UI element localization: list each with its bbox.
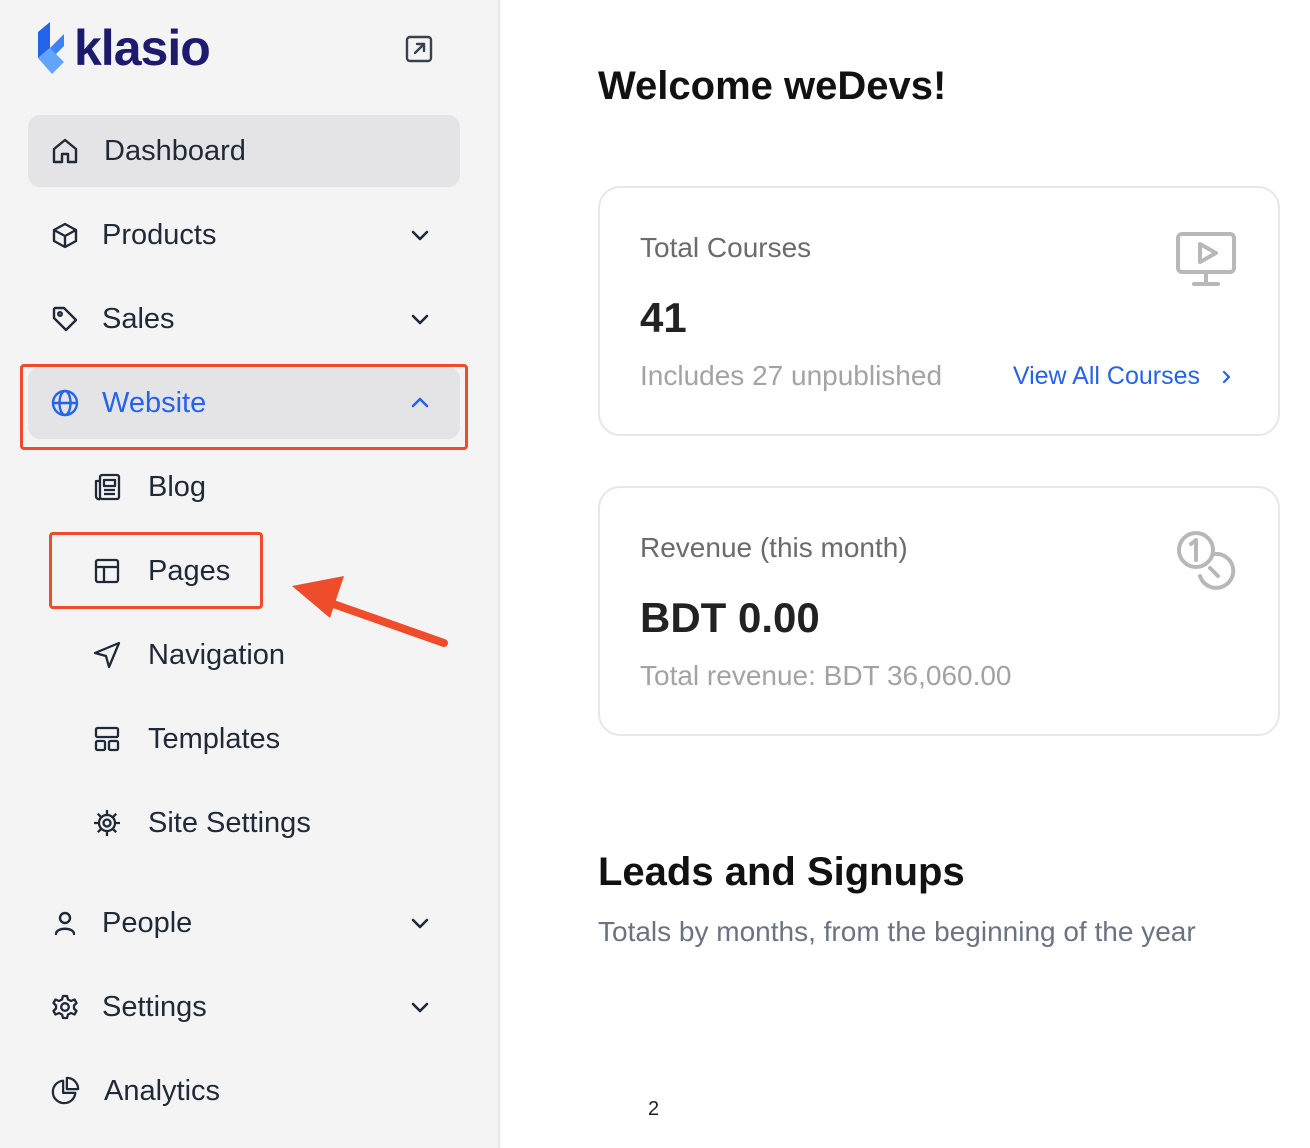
card-value: 41 [640,294,687,341]
page-title: Welcome weDevs! [598,64,947,108]
coins-icon [1177,531,1236,590]
brand-name: klasio [74,20,211,76]
sidebar: klasio Dashboard Products Sales Website … [0,0,500,1148]
sidebar-item-label: Sales [102,302,175,335]
chart-tick-label: 2 [648,1098,660,1120]
annotation-arrow [292,576,448,647]
cog-icon [92,808,122,838]
highlight-box-pages [49,532,263,609]
sidebar-subitem-blog[interactable]: Blog [68,451,408,523]
sidebar-subitem-site-settings[interactable]: Site Settings [68,787,408,859]
sidebar-item-dashboard[interactable]: Dashboard [28,115,460,187]
expand-window-button[interactable] [404,34,434,64]
sidebar-item-label: Analytics [104,1074,221,1107]
sidebar-item-label: Dashboard [104,134,246,167]
tag-icon [50,304,80,334]
gear-icon [50,992,80,1022]
user-icon [50,908,80,938]
chevron-down-icon [411,1002,429,1013]
monitor-play-icon [1176,232,1236,286]
sidebar-item-settings[interactable]: Settings [28,971,460,1043]
chevron-down-icon [411,230,429,241]
newspaper-icon [92,472,122,502]
total-courses-card: Total Courses 41 Includes 27 unpublished… [598,186,1280,436]
klasio-logo-icon [38,22,64,74]
sidebar-subitem-label: Site Settings [148,806,311,839]
main-content: Welcome weDevs! Total Courses 41 Include… [500,0,1310,1148]
pie-chart-icon [50,1076,80,1106]
card-subtitle: Includes 27 unpublished [640,360,943,391]
sidebar-subitem-label: Blog [148,470,207,503]
sidebar-subitem-label: Templates [148,722,281,755]
section-subtitle: Totals by months, from the beginning of … [598,916,1196,947]
card-title: Total Courses [640,232,812,263]
card-title: Revenue (this month) [640,532,908,563]
chevron-right-icon [1222,370,1231,383]
sidebar-item-label: People [102,906,193,939]
highlight-box-website [20,364,468,450]
card-subtitle: Total revenue: BDT 36,060.00 [640,660,1012,691]
templates-icon [92,724,122,754]
sidebar-subitem-templates[interactable]: Templates [68,703,408,775]
sidebar-item-people[interactable]: People [28,887,460,959]
external-link-icon [405,35,433,63]
sidebar-subitem-label: Navigation [148,638,286,671]
chevron-down-icon [411,918,429,929]
view-all-courses-link[interactable]: View All Courses [1013,362,1234,391]
chevron-down-icon [411,314,429,325]
sidebar-item-label: Settings [102,990,207,1023]
home-icon [50,136,80,166]
sidebar-item-analytics[interactable]: Analytics [28,1055,460,1127]
link-label: View All Courses [1012,362,1200,390]
card-value: BDT 0.00 [640,594,820,641]
sidebar-item-sales[interactable]: Sales [28,283,460,355]
sidebar-item-label: Products [102,218,217,251]
navigation-icon [92,640,122,670]
box-icon [50,220,80,250]
section-title: Leads and Signups [598,850,965,894]
revenue-card: Revenue (this month) BDT 0.00 Total reve… [598,486,1280,736]
sidebar-item-products[interactable]: Products [28,199,460,271]
brand-logo[interactable]: klasio [36,20,211,76]
